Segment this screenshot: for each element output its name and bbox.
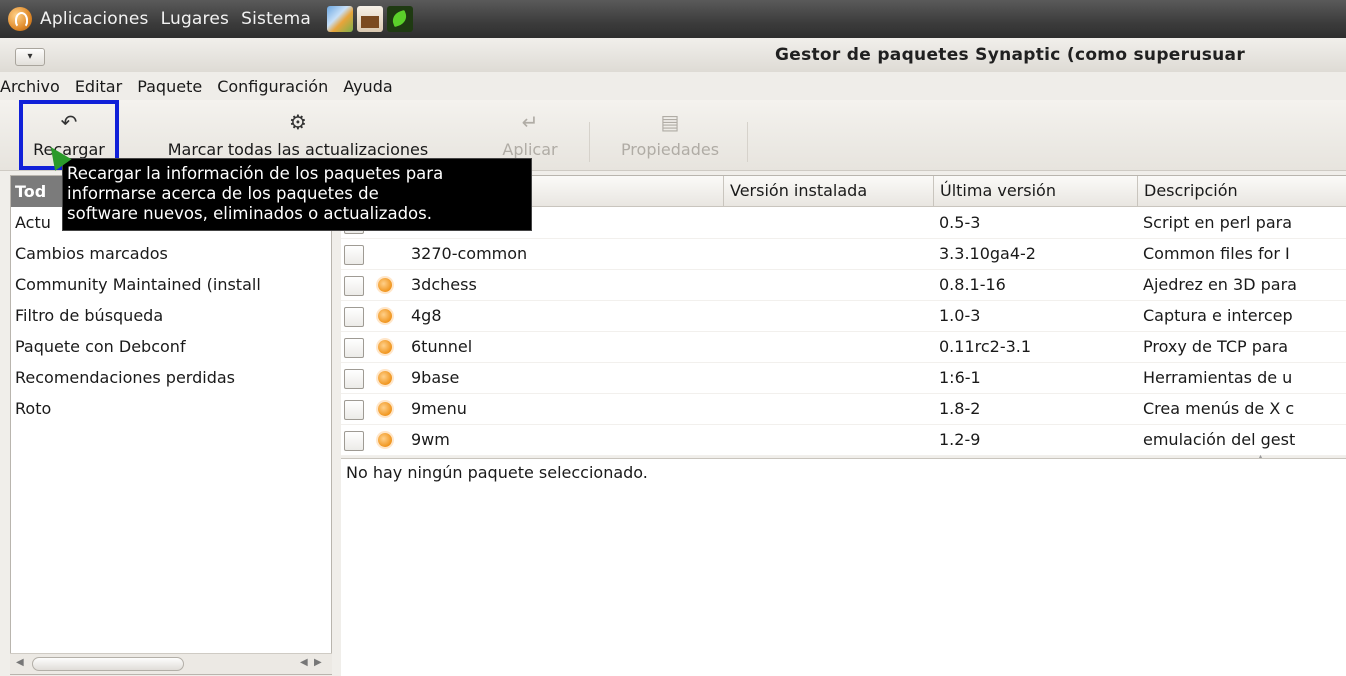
scroll-left-icon[interactable]: ◀ bbox=[16, 657, 24, 668]
menu-ayuda[interactable]: Ayuda bbox=[343, 77, 392, 96]
cell-latest: 3.3.10ga4-2 bbox=[939, 244, 1036, 263]
table-row[interactable]: 3dchess 0.8.1-16 Ajedrez en 3D para bbox=[341, 269, 1346, 301]
reload-tooltip: Recargar la información de los paquetes … bbox=[62, 158, 532, 231]
cell-latest: 1.0-3 bbox=[939, 306, 981, 325]
column-header-latest-version[interactable]: Última versión bbox=[933, 176, 1136, 206]
cell-desc: Herramientas de u bbox=[1143, 368, 1293, 387]
supported-package-icon bbox=[378, 402, 392, 416]
cell-name: 9base bbox=[411, 368, 460, 387]
cell-desc: emulación del gest bbox=[1143, 430, 1296, 449]
table-row[interactable]: 3270-common 3.3.10ga4-2 Common files for I bbox=[341, 238, 1346, 270]
package-checkbox[interactable] bbox=[344, 400, 364, 420]
filter-list-scrollbar[interactable]: ◀ ◀ ▶ bbox=[10, 653, 332, 674]
cell-name: 3dchess bbox=[411, 275, 477, 294]
tooltip-line: Recargar la información de los paquetes … bbox=[67, 164, 444, 183]
ubuntu-logo-icon[interactable] bbox=[8, 7, 32, 31]
toolbar-separator bbox=[747, 122, 748, 162]
table-row[interactable]: 4g8 1.0-3 Captura e intercep bbox=[341, 300, 1346, 332]
cell-desc: Proxy de TCP para bbox=[1143, 337, 1289, 356]
menu-sistema[interactable]: Sistema bbox=[241, 9, 311, 29]
gear-icon: ⚙ bbox=[289, 110, 307, 134]
menu-lugares[interactable]: Lugares bbox=[161, 9, 230, 29]
description-text: No hay ningún paquete seleccionado. bbox=[346, 463, 648, 482]
cell-desc: Captura e intercep bbox=[1143, 306, 1293, 325]
tooltip-line: software nuevos, eliminados o actualizad… bbox=[67, 204, 432, 223]
toolbar-separator bbox=[589, 122, 590, 162]
menu-paquete[interactable]: Paquete bbox=[137, 77, 202, 96]
window-title: Gestor de paquetes Synaptic (como superu… bbox=[775, 45, 1245, 65]
table-row[interactable]: 9wm 1.2-9 emulación del gest bbox=[341, 424, 1346, 456]
filter-item-recomendaciones[interactable]: Recomendaciones perdidas bbox=[11, 362, 331, 393]
table-row[interactable]: 9menu 1.8-2 Crea menús de X c bbox=[341, 393, 1346, 425]
package-checkbox[interactable] bbox=[344, 431, 364, 451]
filter-item-debconf[interactable]: Paquete con Debconf bbox=[11, 331, 331, 362]
cell-desc: Script en perl para bbox=[1143, 213, 1293, 232]
menu-aplicaciones[interactable]: Aplicaciones bbox=[40, 9, 149, 29]
supported-package-icon bbox=[378, 371, 392, 385]
scroll-left-icon[interactable]: ◀ bbox=[300, 657, 308, 668]
column-header-description[interactable]: Descripción bbox=[1137, 176, 1346, 206]
window-menu-button[interactable]: ▾ bbox=[15, 48, 45, 66]
apply-button[interactable]: ↵ Aplicar bbox=[480, 100, 580, 166]
package-checkbox[interactable] bbox=[344, 245, 364, 265]
mark-all-upgrades-button[interactable]: ⚙ Marcar todas las actualizaciones bbox=[128, 100, 468, 166]
menu-editar[interactable]: Editar bbox=[75, 77, 122, 96]
supported-package-icon bbox=[378, 309, 392, 323]
supported-package-icon bbox=[378, 433, 392, 447]
cell-desc: Ajedrez en 3D para bbox=[1143, 275, 1297, 294]
cell-latest: 1.2-9 bbox=[939, 430, 981, 449]
window-titlebar: ▾ Gestor de paquetes Synaptic (como supe… bbox=[0, 38, 1346, 73]
cell-name: 3270-common bbox=[411, 244, 528, 263]
supported-package-icon bbox=[378, 278, 392, 292]
mail-icon[interactable] bbox=[356, 6, 383, 32]
firefox-icon[interactable] bbox=[326, 6, 353, 32]
filter-item-filtro-busqueda[interactable]: Filtro de búsqueda bbox=[11, 300, 331, 331]
scrollbar-thumb[interactable] bbox=[32, 657, 184, 671]
supported-package-icon bbox=[378, 340, 392, 354]
filter-item-roto[interactable]: Roto bbox=[11, 393, 331, 424]
tooltip-line: informarse acerca de los paquetes de bbox=[67, 184, 379, 203]
properties-label: Propiedades bbox=[620, 140, 720, 159]
column-header-installed-version[interactable]: Versión instalada bbox=[723, 176, 926, 206]
menu-archivo[interactable]: Archivo bbox=[0, 77, 60, 96]
cell-desc: Crea menús de X c bbox=[1143, 399, 1295, 418]
table-row[interactable]: 6tunnel 0.11rc2-3.1 Proxy de TCP para bbox=[341, 331, 1346, 363]
apply-label: Aplicar bbox=[502, 140, 558, 159]
description-pane: No hay ningún paquete seleccionado. bbox=[341, 458, 1346, 676]
package-checkbox[interactable] bbox=[344, 276, 364, 296]
filter-item-community-maintained[interactable]: Community Maintained (install bbox=[11, 269, 331, 300]
properties-button[interactable]: ▤ Propiedades bbox=[600, 100, 740, 166]
cell-latest: 0.5-3 bbox=[939, 213, 981, 232]
filter-list[interactable]: Tod Actu Cambios marcados Community Main… bbox=[10, 175, 332, 675]
menubar: Archivo Editar Paquete Configuración Ayu… bbox=[0, 72, 1346, 100]
cell-name: 9menu bbox=[411, 399, 467, 418]
mark-all-upgrades-label: Marcar todas las actualizaciones bbox=[167, 140, 429, 159]
table-row[interactable]: 9base 1:6-1 Herramientas de u bbox=[341, 362, 1346, 394]
properties-icon: ▤ bbox=[660, 110, 680, 134]
cell-name: 4g8 bbox=[411, 306, 442, 325]
package-checkbox[interactable] bbox=[344, 307, 364, 327]
terminal-icon[interactable] bbox=[386, 6, 413, 32]
cell-latest: 1:6-1 bbox=[939, 368, 981, 387]
cell-desc: Common files for I bbox=[1143, 244, 1290, 263]
menu-configuracion[interactable]: Configuración bbox=[217, 77, 328, 96]
cell-name: 9wm bbox=[411, 430, 450, 449]
cell-name: 6tunnel bbox=[411, 337, 473, 356]
top-panel: Aplicaciones Lugares Sistema bbox=[0, 0, 1346, 38]
apply-icon: ↵ bbox=[521, 110, 539, 134]
cell-latest: 0.11rc2-3.1 bbox=[939, 337, 1032, 356]
cell-latest: 0.8.1-16 bbox=[939, 275, 1006, 294]
package-checkbox[interactable] bbox=[344, 369, 364, 389]
filter-item-cambios-marcados[interactable]: Cambios marcados bbox=[11, 238, 331, 269]
scroll-right-icon[interactable]: ▶ bbox=[314, 657, 322, 668]
package-checkbox[interactable] bbox=[344, 338, 364, 358]
cell-latest: 1.8-2 bbox=[939, 399, 981, 418]
